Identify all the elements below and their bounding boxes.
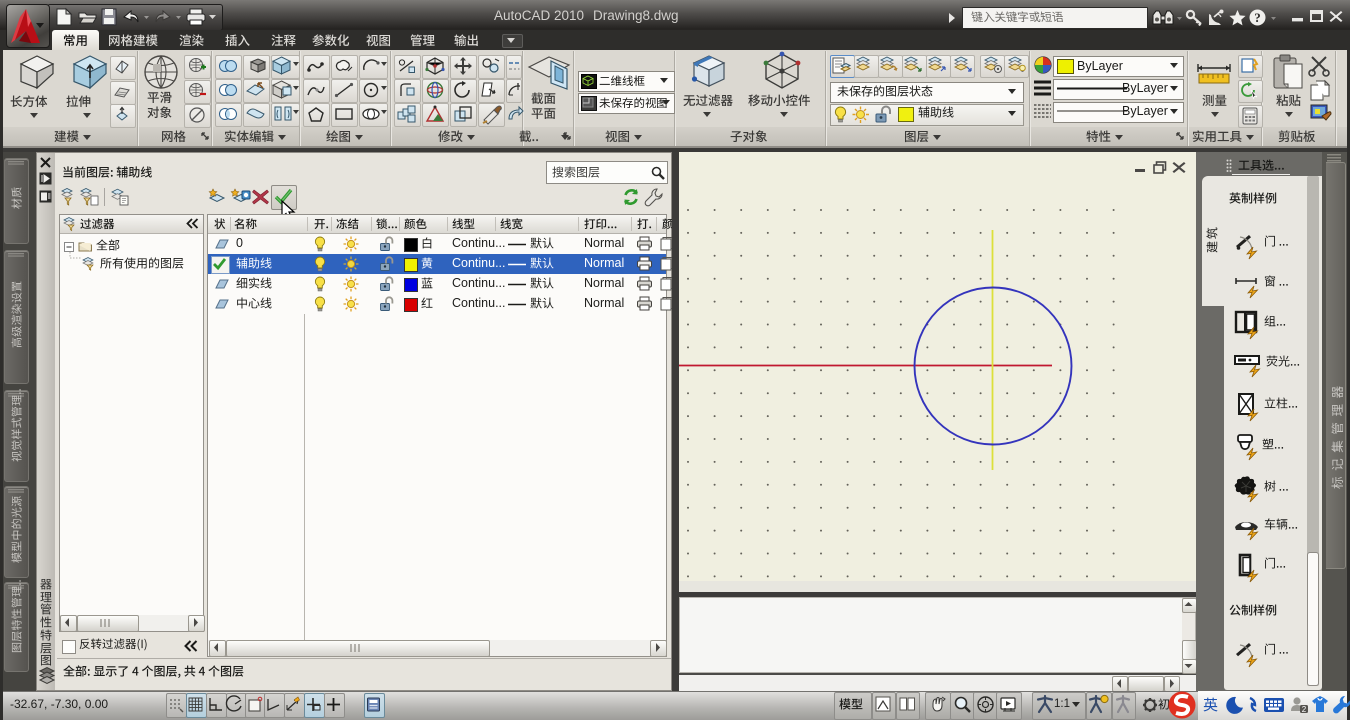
svg-text:?: ? xyxy=(1254,10,1261,25)
svg-text:2: 2 xyxy=(1302,705,1307,714)
